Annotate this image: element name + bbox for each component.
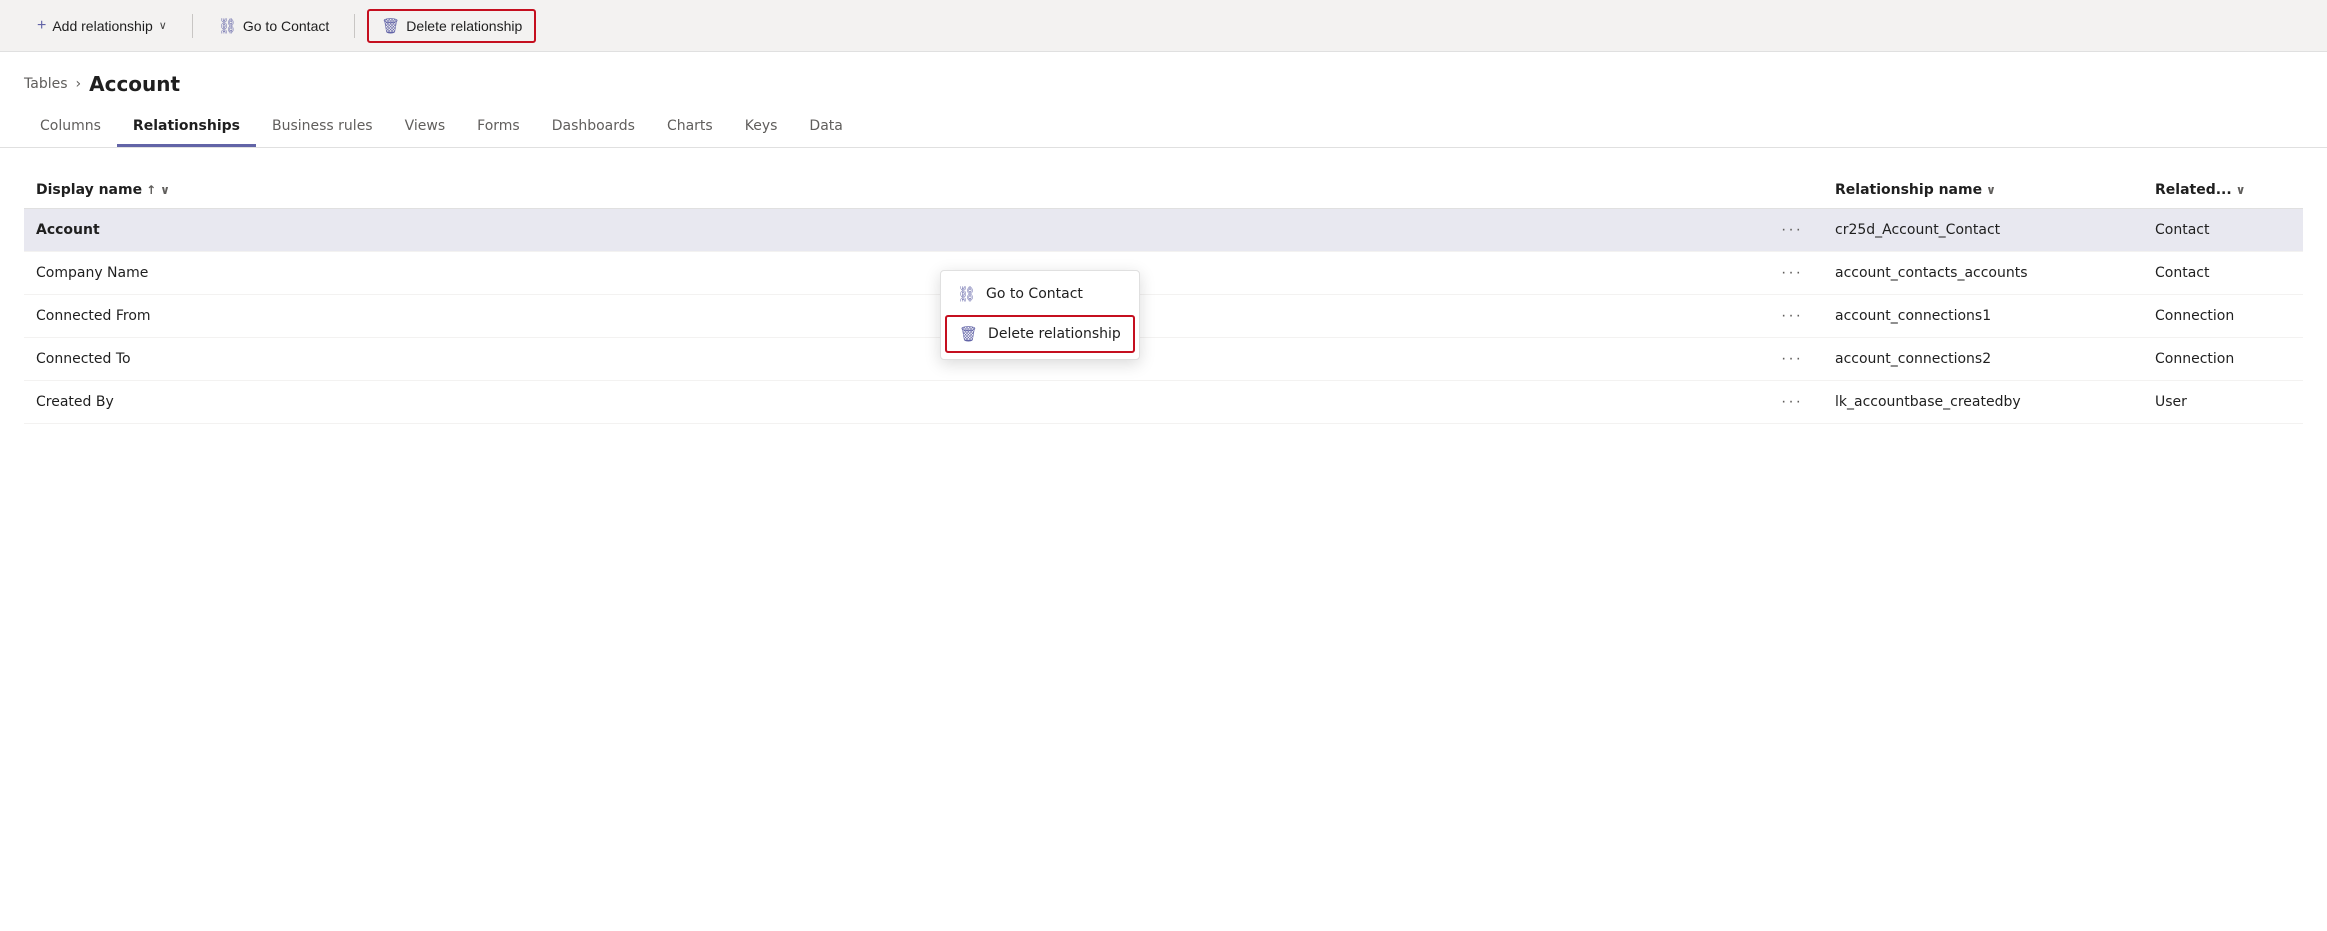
toolbar-divider-2 <box>354 14 355 38</box>
toolbar: + Add relationship ∨ ⛓ Go to Contact 🗑 D… <box>0 0 2327 52</box>
display-name-sort[interactable]: Display name ↑ ∨ <box>36 182 170 198</box>
table-area: Display name ↑ ∨ Relationship name ∨ Rel… <box>0 148 2327 424</box>
rel-sort-icon: ∨ <box>1986 183 1996 197</box>
go-to-contact-button[interactable]: ⛓ Go to Contact <box>205 10 342 42</box>
cell-related: Contact <box>2143 252 2303 295</box>
row-actions-button[interactable]: ··· <box>1775 348 1809 370</box>
cell-display-name: Created By <box>24 381 1763 424</box>
add-relationship-chevron: ∨ <box>159 19 167 32</box>
breadcrumb: Tables › Account <box>0 52 2327 100</box>
tab-forms[interactable]: Forms <box>461 108 536 147</box>
table-row[interactable]: Account ··· cr25d_Account_Contact Contac… <box>24 209 2303 252</box>
cell-related: Connection <box>2143 338 2303 381</box>
cell-dots[interactable]: ··· <box>1763 209 1823 252</box>
relationship-name-sort[interactable]: Relationship name ∨ <box>1835 182 1996 198</box>
tab-keys[interactable]: Keys <box>729 108 794 147</box>
trash-icon-toolbar: 🗑 <box>381 17 400 35</box>
sort-desc-icon: ∨ <box>160 183 170 197</box>
add-relationship-button[interactable]: + Add relationship ∨ <box>24 10 180 42</box>
context-menu-go-to-contact[interactable]: ⛓ Go to Contact <box>941 275 1139 313</box>
tab-charts[interactable]: Charts <box>651 108 729 147</box>
col-header-actions <box>1763 172 1823 209</box>
cell-dots[interactable]: ··· <box>1763 381 1823 424</box>
tab-data[interactable]: Data <box>793 108 858 147</box>
relationships-table: Display name ↑ ∨ Relationship name ∨ Rel… <box>24 172 2303 424</box>
sort-asc-icon: ↑ <box>146 183 156 197</box>
delete-relationship-button[interactable]: 🗑 Delete relationship <box>367 9 536 43</box>
row-actions-button[interactable]: ··· <box>1775 305 1809 327</box>
table-row[interactable]: Connected From ··· account_connections1 … <box>24 295 2303 338</box>
related-sort-icon: ∨ <box>2236 183 2246 197</box>
toolbar-divider-1 <box>192 14 193 38</box>
cell-related: Connection <box>2143 295 2303 338</box>
table-row[interactable]: Created By ··· lk_accountbase_createdby … <box>24 381 2303 424</box>
cell-relationship-name: cr25d_Account_Contact <box>1823 209 2143 252</box>
tab-views[interactable]: Views <box>389 108 462 147</box>
link-icon: ⛓ <box>218 17 237 35</box>
col-header-display-name[interactable]: Display name ↑ ∨ <box>24 172 1763 209</box>
cell-relationship-name: account_connections2 <box>1823 338 2143 381</box>
cell-dots[interactable]: ··· <box>1763 252 1823 295</box>
cell-related: Contact <box>2143 209 2303 252</box>
go-to-contact-label: Go to Contact <box>243 18 329 34</box>
add-relationship-label: Add relationship <box>52 18 152 34</box>
row-actions-button[interactable]: ··· <box>1775 219 1809 241</box>
cell-display-name: Connected From <box>24 295 1763 338</box>
context-menu-go-to-contact-label: Go to Contact <box>986 286 1083 302</box>
table-row[interactable]: Company Name ··· account_contacts_accoun… <box>24 252 2303 295</box>
col-relationship-name-label: Relationship name <box>1835 182 1982 198</box>
col-display-name-label: Display name <box>36 182 142 198</box>
cell-dots[interactable]: ··· <box>1763 295 1823 338</box>
delete-relationship-label: Delete relationship <box>406 18 522 34</box>
col-related-label: Related... <box>2155 182 2232 198</box>
cell-display-name: Company Name <box>24 252 1763 295</box>
tab-dashboards[interactable]: Dashboards <box>536 108 651 147</box>
tabs-bar: Columns Relationships Business rules Vie… <box>0 108 2327 148</box>
tab-business-rules[interactable]: Business rules <box>256 108 389 147</box>
table-row[interactable]: Connected To ··· account_connections2 Co… <box>24 338 2303 381</box>
breadcrumb-current: Account <box>89 72 180 96</box>
cell-display-name: Connected To <box>24 338 1763 381</box>
plus-icon: + <box>37 17 46 35</box>
row-actions-button[interactable]: ··· <box>1775 262 1809 284</box>
context-menu-delete-relationship[interactable]: 🗑 Delete relationship <box>945 315 1135 353</box>
context-menu: ⛓ Go to Contact 🗑 Delete relationship <box>940 270 1140 360</box>
breadcrumb-separator: › <box>76 76 82 92</box>
tab-relationships[interactable]: Relationships <box>117 108 256 147</box>
link-icon-context: ⛓ <box>957 285 976 303</box>
tab-columns[interactable]: Columns <box>24 108 117 147</box>
row-actions-button[interactable]: ··· <box>1775 391 1809 413</box>
cell-display-name: Account <box>24 209 1763 252</box>
cell-relationship-name: lk_accountbase_createdby <box>1823 381 2143 424</box>
context-menu-delete-relationship-label: Delete relationship <box>988 326 1121 342</box>
cell-related: User <box>2143 381 2303 424</box>
related-sort[interactable]: Related... ∨ <box>2155 182 2245 198</box>
col-header-related[interactable]: Related... ∨ <box>2143 172 2303 209</box>
col-header-relationship-name[interactable]: Relationship name ∨ <box>1823 172 2143 209</box>
trash-icon-context: 🗑 <box>959 325 978 343</box>
cell-relationship-name: account_connections1 <box>1823 295 2143 338</box>
cell-dots[interactable]: ··· <box>1763 338 1823 381</box>
cell-relationship-name: account_contacts_accounts <box>1823 252 2143 295</box>
breadcrumb-tables-link[interactable]: Tables <box>24 76 68 92</box>
